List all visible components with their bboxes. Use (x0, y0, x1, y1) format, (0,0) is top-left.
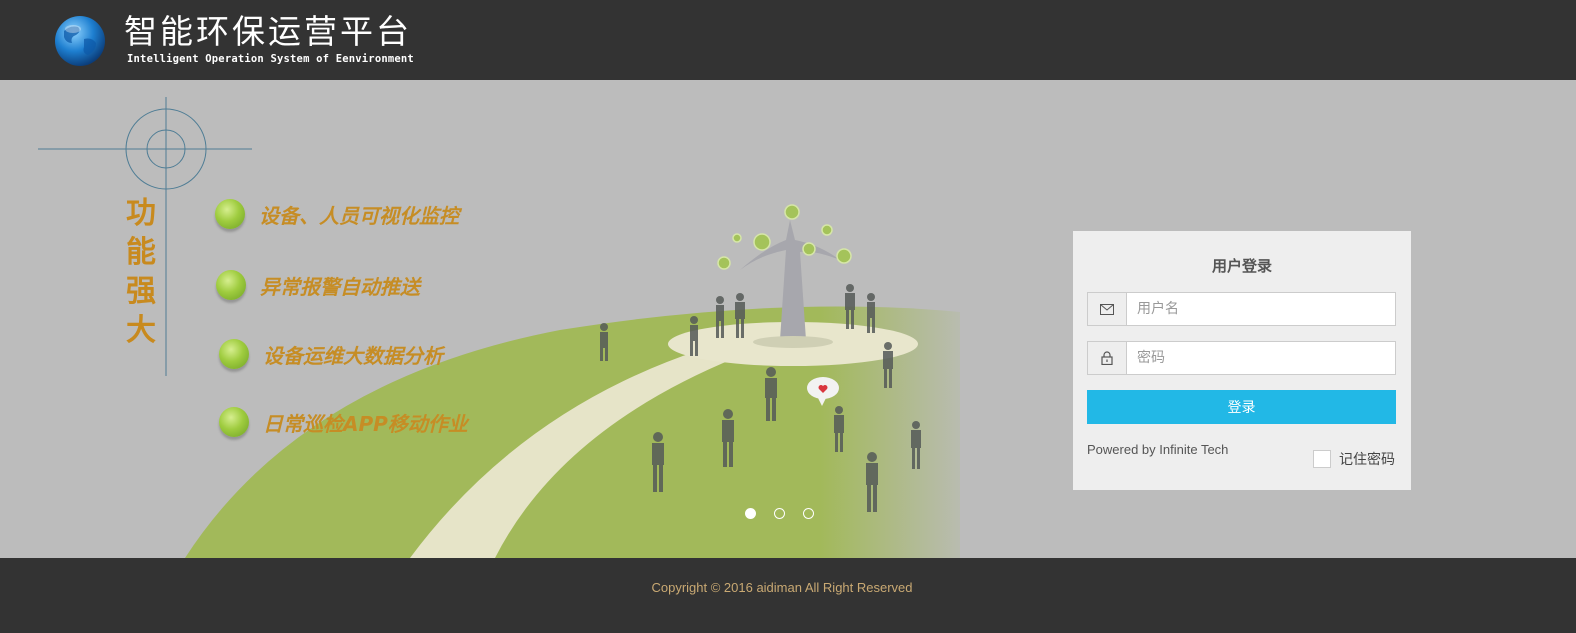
login-title: 用户登录 (1211, 257, 1272, 275)
lock-icon (1088, 342, 1127, 374)
envelope-icon (1088, 293, 1127, 325)
feature-item: 设备、人员可视化监控 (215, 194, 459, 234)
login-button[interactable]: 登录 (1087, 390, 1396, 424)
carousel-dot-2[interactable] (774, 508, 785, 519)
carousel-dot-3[interactable] (803, 508, 814, 519)
feature-item: 异常报警自动推送 (216, 265, 420, 305)
main-banner: 功能强大 设备、人员可视化监控 异常报警自动推送 设备运维大数据分析 日常巡检A… (0, 80, 1576, 558)
password-input[interactable] (1127, 342, 1395, 374)
password-field-group (1087, 341, 1396, 375)
feature-text: 设备运维大数据分析 (263, 343, 443, 368)
remember-label[interactable]: 记住密码 (1339, 449, 1395, 469)
carousel-dot-1[interactable] (745, 508, 756, 519)
feature-item: 设备运维大数据分析 (219, 334, 443, 374)
app-title: 智能环保运营平台 (124, 12, 412, 51)
username-input[interactable] (1127, 293, 1395, 325)
login-panel: 用户登录 登录 Powered by Infinite Tech (1073, 231, 1411, 490)
app-subtitle: Intelligent Operation System of Eenviron… (127, 53, 414, 65)
bullet-icon (219, 339, 249, 369)
bullet-icon (216, 270, 246, 300)
feature-text: 异常报警自动推送 (260, 274, 420, 299)
remember-checkbox[interactable] (1313, 450, 1331, 468)
globe-icon (55, 16, 105, 66)
feature-item: 日常巡检APP移动作业 (219, 402, 468, 442)
features-vertical-label: 功能强大 (126, 196, 156, 348)
username-field-group (1087, 292, 1396, 326)
feature-text: 设备、人员可视化监控 (259, 203, 459, 228)
carousel-indicators (745, 508, 814, 519)
footer-bar: Copyright © 2016 aidiman All Right Reser… (0, 558, 1576, 633)
copyright-text: Copyright © 2016 aidiman All Right Reser… (651, 580, 913, 595)
bullet-icon (219, 407, 249, 437)
bullet-icon (215, 199, 245, 229)
powered-by-text: Powered by Infinite Tech (1087, 442, 1229, 457)
feature-text: 日常巡检APP移动作业 (263, 411, 468, 436)
header-bar: 智能环保运营平台 Intelligent Operation System of… (0, 0, 1576, 80)
remember-me: 记住密码 (1313, 449, 1395, 469)
